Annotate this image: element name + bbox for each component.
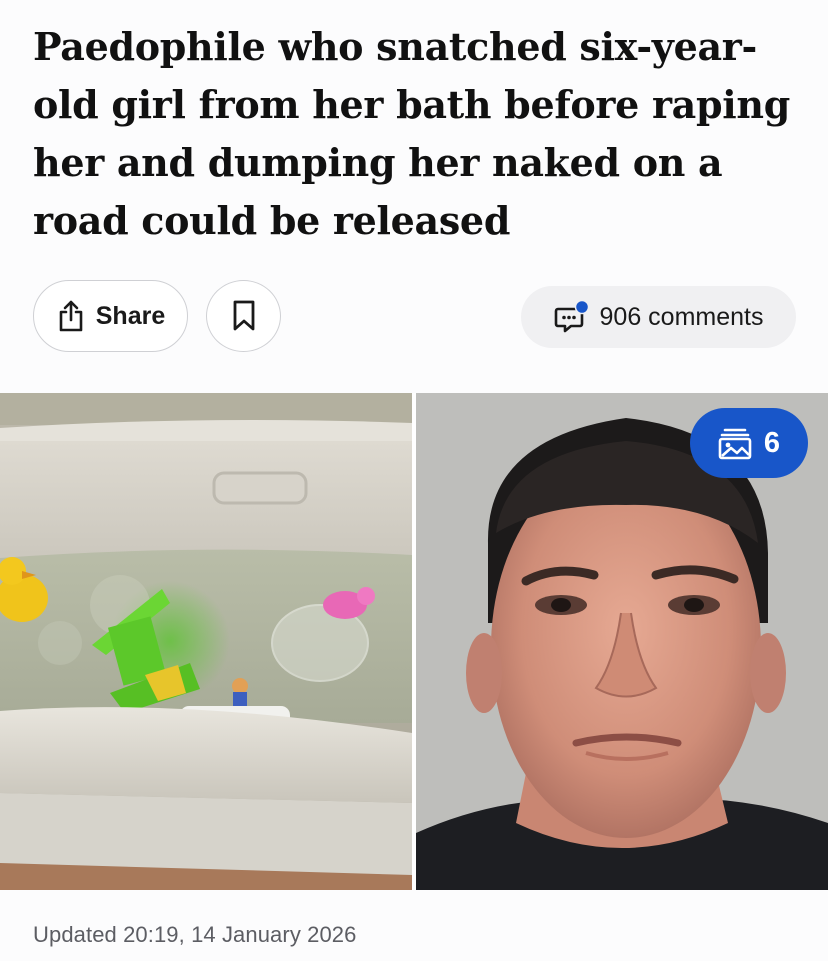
gallery-button[interactable]: 6 [690, 408, 808, 478]
bookmark-button[interactable] [206, 280, 281, 352]
gallery-count: 6 [763, 426, 781, 459]
share-icon [56, 299, 86, 333]
updated-timestamp: Updated 20:19, 14 January 2026 [33, 922, 357, 947]
bathtub-photo[interactable] [0, 393, 412, 890]
share-label: Share [95, 301, 166, 330]
share-button[interactable]: Share [33, 280, 188, 352]
bookmark-icon [232, 300, 256, 332]
image-gallery-icon [718, 426, 752, 460]
notification-dot [574, 300, 589, 315]
comments-count: 906 comments [599, 302, 764, 331]
comments-button[interactable]: 906 comments [521, 286, 796, 348]
article-actions: Share 906 comments [33, 280, 796, 354]
article-headline: Paedophile who snatched six-year-old gir… [33, 24, 790, 243]
comment-bubble-icon [554, 300, 590, 334]
